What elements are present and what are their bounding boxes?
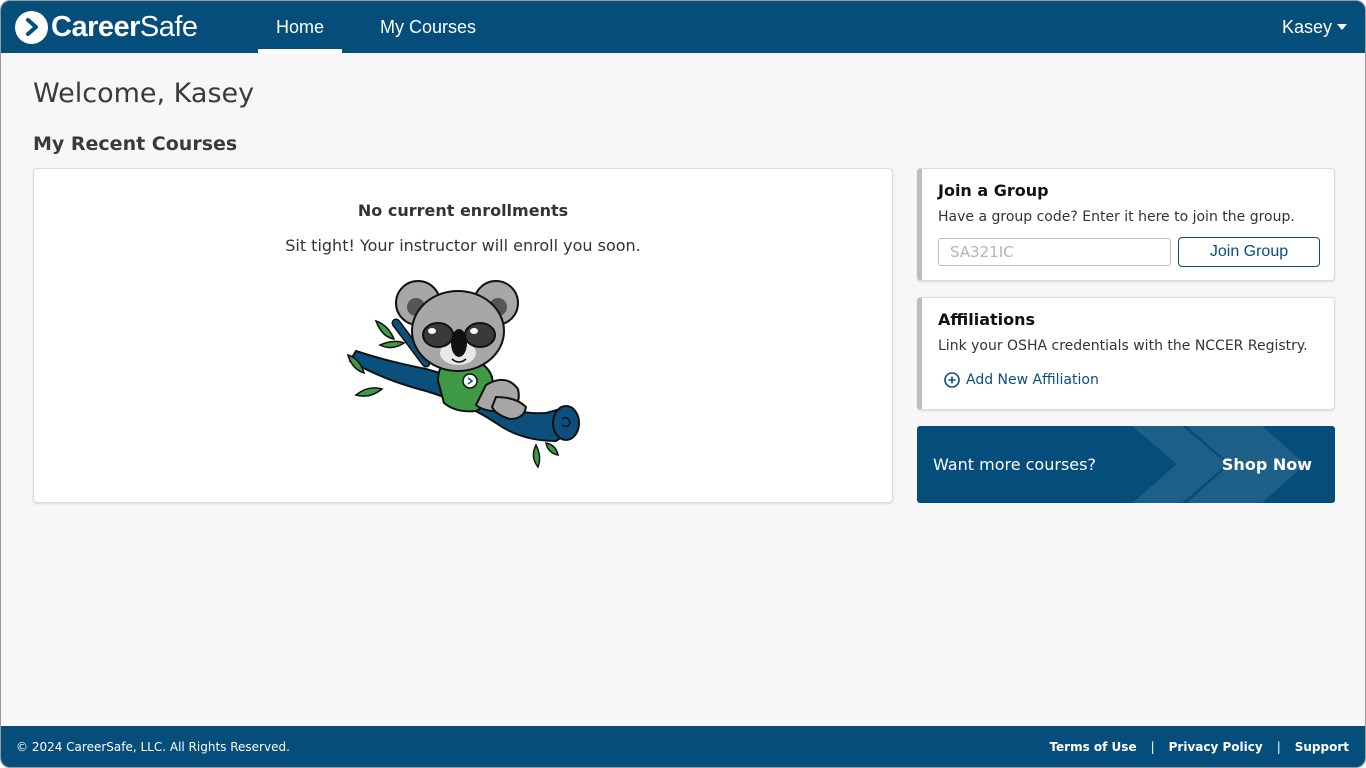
logo-wordmark: CareerSafe (51, 10, 198, 43)
join-group-button[interactable]: Join Group (1178, 237, 1320, 267)
affiliations-card: Affiliations Link your OSHA credentials … (917, 297, 1335, 410)
page-title: Welcome, Kasey (33, 78, 255, 109)
user-menu[interactable]: Kasey (1282, 1, 1347, 53)
shop-now-button[interactable]: Shop Now (1222, 426, 1312, 503)
join-group-title: Join a Group (938, 181, 1049, 200)
shop-now-banner[interactable]: Want more courses? Shop Now (917, 426, 1335, 503)
empty-state-message: Sit tight! Your instructor will enroll y… (285, 236, 641, 255)
empty-state-title: No current enrollments (357, 201, 569, 220)
support-link[interactable]: Support (1295, 740, 1349, 754)
chevron-right-logo-icon (15, 10, 48, 44)
add-new-affiliation-link[interactable]: Add New Affiliation (944, 372, 1099, 388)
plus-circle-icon (944, 372, 960, 388)
recent-courses-card: No current enrollments Sit tight! Your i… (33, 168, 893, 503)
user-name: Kasey (1281, 16, 1332, 37)
careersafe-logo[interactable]: CareerSafe (15, 10, 198, 44)
footer-links: Terms of Use | Privacy Policy | Support (1049, 726, 1349, 767)
affiliations-title: Affiliations (938, 310, 1036, 329)
shop-prompt: Want more courses? (933, 455, 1096, 474)
footer: © 2024 CareerSafe, LLC. All Rights Reser… (1, 726, 1365, 767)
terms-of-use-link[interactable]: Terms of Use (1049, 740, 1136, 754)
affiliations-description: Link your OSHA credentials with the NCCE… (938, 338, 1308, 354)
caret-down-icon (1337, 24, 1347, 30)
tab-home[interactable]: Home (258, 1, 342, 53)
app-window: CareerSafe Home My Courses Kasey Welcome… (0, 0, 1366, 768)
join-group-card: Join a Group Have a group code? Enter it… (917, 168, 1335, 281)
privacy-policy-link[interactable]: Privacy Policy (1169, 740, 1263, 754)
join-group-description: Have a group code? Enter it here to join… (938, 209, 1295, 225)
recent-courses-heading: My Recent Courses (33, 133, 238, 155)
koala-illustration (346, 280, 580, 469)
add-new-affiliation-label: Add New Affiliation (966, 372, 1099, 388)
tab-my-courses[interactable]: My Courses (369, 1, 487, 53)
footer-separator: | (1150, 739, 1155, 754)
footer-separator: | (1276, 739, 1281, 754)
copyright-text: © 2024 CareerSafe, LLC. All Rights Reser… (16, 739, 290, 754)
top-navbar: CareerSafe Home My Courses Kasey (1, 1, 1365, 53)
group-code-input[interactable] (938, 238, 1171, 266)
